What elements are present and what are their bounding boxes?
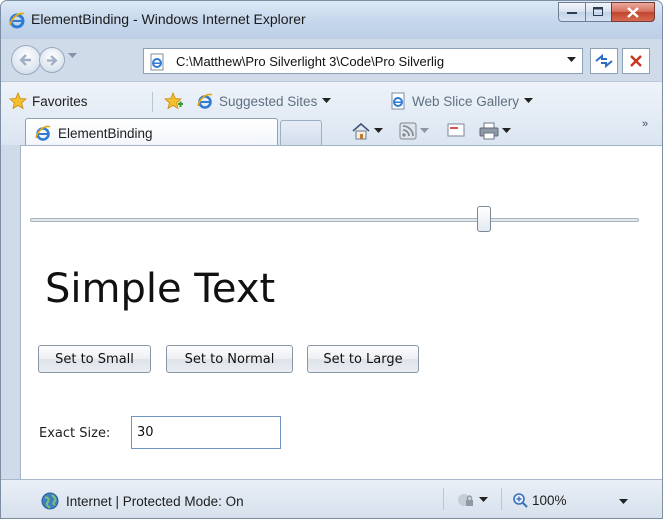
zoom-icon	[513, 493, 528, 508]
zoom-dropdown-icon[interactable]	[619, 499, 628, 505]
tab-elementbinding[interactable]: ElementBinding	[25, 118, 278, 147]
read-mail-button[interactable]	[447, 122, 465, 138]
close-icon	[627, 6, 639, 18]
chevron-down-icon	[374, 128, 383, 133]
feeds-button[interactable]	[399, 122, 429, 140]
address-text[interactable]: C:\Matthew\Pro Silverlight 3\Code\Pro Si…	[176, 54, 556, 69]
page-content: Simple Text Set to Small Set to Normal S…	[20, 145, 662, 479]
address-dropdown-icon[interactable]	[567, 57, 576, 63]
suggested-sites-button[interactable]: Suggested Sites	[196, 92, 332, 110]
star-icon	[9, 92, 27, 110]
navigation-bar: C:\Matthew\Pro Silverlight 3\Code\Pro Si…	[1, 39, 662, 81]
chevron-down-icon	[479, 497, 488, 502]
internet-explorer-icon	[9, 12, 25, 29]
protected-mode-button[interactable]	[456, 492, 488, 508]
chevron-down-icon	[524, 98, 534, 103]
new-tab-button[interactable]	[280, 120, 322, 147]
refresh-button[interactable]	[590, 48, 618, 74]
chevron-down-icon	[502, 128, 511, 133]
favorites-label: Favorites	[32, 93, 88, 109]
back-arrow-icon	[19, 54, 31, 66]
maximize-button[interactable]	[585, 2, 611, 22]
home-icon	[352, 122, 370, 140]
chevron-down-icon	[420, 128, 429, 133]
recent-pages-dropdown-icon[interactable]	[68, 53, 77, 59]
sample-text: Simple Text	[45, 266, 276, 312]
stop-icon	[630, 55, 642, 67]
printer-icon	[479, 122, 499, 140]
status-bar: Internet | Protected Mode: On 100%	[1, 479, 662, 518]
globe-icon	[41, 492, 59, 510]
ie-icon	[197, 93, 213, 109]
web-slice-gallery-label: Web Slice Gallery	[412, 93, 520, 109]
browser-window: ElementBinding - Windows Internet Explor…	[0, 0, 663, 519]
suggested-sites-label: Suggested Sites	[219, 93, 318, 109]
print-button[interactable]	[479, 122, 511, 140]
security-zone[interactable]: Internet | Protected Mode: On	[41, 492, 244, 510]
web-slice-page-icon	[391, 92, 405, 110]
zoom-level: 100%	[532, 492, 567, 508]
page-icon	[150, 53, 164, 71]
caption-buttons	[558, 2, 655, 22]
font-size-slider-thumb[interactable]	[477, 206, 491, 232]
lock-globe-icon	[458, 494, 473, 506]
zone-text: Internet | Protected Mode: On	[66, 493, 244, 509]
title-bar: ElementBinding - Windows Internet Explor…	[1, 1, 662, 39]
zoom-control[interactable]: 100%	[512, 492, 567, 508]
back-button[interactable]	[11, 45, 41, 75]
web-slice-gallery-button[interactable]: Web Slice Gallery	[389, 92, 534, 110]
tab-label: ElementBinding	[58, 125, 153, 141]
address-bar[interactable]: C:\Matthew\Pro Silverlight 3\Code\Pro Si…	[143, 48, 583, 74]
chevron-down-icon	[322, 98, 332, 103]
minimize-button[interactable]	[558, 2, 585, 22]
close-button[interactable]	[611, 2, 655, 22]
ie-icon	[35, 125, 51, 141]
maximize-icon	[593, 7, 603, 16]
set-to-small-button[interactable]: Set to Small	[38, 345, 151, 373]
more-commands-icon[interactable]: »	[642, 118, 648, 130]
separator	[501, 488, 502, 510]
window-title: ElementBinding - Windows Internet Explor…	[31, 11, 306, 27]
set-to-normal-button[interactable]: Set to Normal	[166, 345, 293, 373]
font-size-slider-track[interactable]	[30, 218, 639, 222]
separator	[443, 488, 444, 510]
separator	[152, 92, 153, 112]
forward-button[interactable]	[39, 47, 65, 73]
add-to-favorites-button[interactable]	[164, 92, 184, 110]
feed-icon	[399, 122, 417, 140]
exact-size-label: Exact Size:	[39, 426, 111, 441]
minimize-icon	[566, 12, 577, 14]
stop-button[interactable]	[622, 48, 650, 74]
refresh-icon	[595, 54, 613, 68]
add-favorite-star-icon	[164, 92, 183, 110]
favorites-button[interactable]: Favorites	[9, 92, 88, 110]
exact-size-input[interactable]	[131, 416, 281, 449]
set-to-large-button[interactable]: Set to Large	[307, 345, 419, 373]
mail-icon	[447, 123, 465, 137]
home-button[interactable]	[351, 122, 383, 140]
favorites-bar: Favorites Suggested Sites Web Slice Gall…	[1, 81, 662, 147]
forward-arrow-icon	[47, 54, 58, 66]
